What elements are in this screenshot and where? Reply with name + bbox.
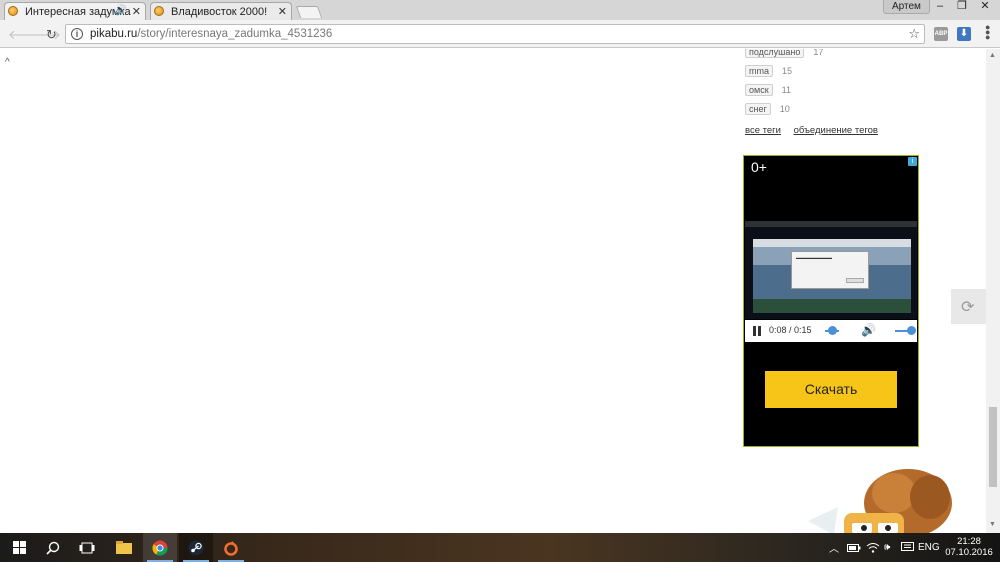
tag-row: снег 10 <box>745 99 823 118</box>
tab-vladivostok[interactable]: Владивосток 2000! ✕ <box>150 2 292 20</box>
collapse-caret-icon[interactable]: ^ <box>5 57 10 68</box>
windows-taskbar: ︿ 🕪 ENG 21:28 07.10.2016 <box>0 533 1000 562</box>
ad-info-icon[interactable]: i <box>908 157 917 166</box>
age-rating-label: 0+ <box>751 159 767 175</box>
clock-date: 07.10.2016 <box>945 547 993 558</box>
volume-knob[interactable] <box>907 326 916 335</box>
download-button[interactable]: Скачать <box>765 371 897 408</box>
taskbar-clock[interactable]: 21:28 07.10.2016 <box>942 536 996 558</box>
video-controls: 0:08 / 0:15 🔊 <box>745 320 917 342</box>
tab-close-icon[interactable]: ✕ <box>132 5 141 18</box>
tab-title: Владивосток 2000! <box>171 5 268 18</box>
tag-count: 10 <box>779 103 790 114</box>
video-time: 0:08 / 0:15 <box>769 325 812 335</box>
adblock-extension-icon[interactable]: ABP <box>934 27 948 41</box>
profile-button[interactable]: Артем <box>883 0 930 14</box>
tag-links: все теги объединение тегов <box>745 125 888 136</box>
tag-list: подслушано 17 mma 15 омск 11 снег 10 <box>745 49 823 118</box>
search-icon[interactable] <box>36 533 70 562</box>
wifi-icon[interactable] <box>866 533 880 562</box>
refresh-icon: ⟳ <box>961 299 975 316</box>
download-extension-icon[interactable]: ⬇ <box>957 27 971 41</box>
page-info-icon[interactable]: i <box>71 28 83 40</box>
all-tags-link[interactable]: все теги <box>745 125 781 136</box>
refresh-side-button[interactable]: ⟳ <box>951 289 986 324</box>
bookmark-star-icon[interactable]: ☆ <box>908 26 920 42</box>
tab-interesting-idea[interactable]: Интересная задумка 🔊 ✕ <box>4 2 146 20</box>
pause-icon[interactable] <box>753 326 756 336</box>
battery-icon[interactable] <box>847 533 861 562</box>
pikabu-favicon-icon <box>8 6 18 16</box>
scroll-up-icon[interactable]: ▲ <box>989 52 996 59</box>
seek-knob[interactable] <box>828 326 838 335</box>
restore-button[interactable]: ❐ <box>951 0 973 14</box>
steam-icon[interactable] <box>179 533 213 562</box>
chrome-menu-icon[interactable]: ● ● ● <box>985 23 990 42</box>
language-indicator[interactable]: ENG <box>918 533 940 562</box>
dialog-text-lines: ▬▬▬▬▬▬▬▬▬ <box>796 255 832 260</box>
video-ad-banner[interactable]: 0+ i ▬▬▬▬▬▬▬▬▬ 0:08 / 0:15 🔊 Скачать <box>743 155 919 447</box>
clock-time: 21:28 <box>957 536 981 547</box>
tag-count: 11 <box>781 84 791 95</box>
close-window-button[interactable]: ✕ <box>974 0 996 14</box>
video-frame-bar <box>745 221 917 227</box>
mascot-image <box>808 469 952 533</box>
volume-icon[interactable]: 🔊 <box>861 323 876 337</box>
address-bar[interactable]: i pikabu.ru/story/interesnaya_zadumka_45… <box>65 24 925 44</box>
scroll-thumb[interactable] <box>989 407 997 487</box>
minimize-button[interactable]: – <box>929 0 951 14</box>
task-view-icon[interactable] <box>70 533 104 562</box>
dialog-button-shape <box>846 278 864 283</box>
tag-row: омск 11 <box>745 80 823 99</box>
windows-start-icon[interactable] <box>2 533 36 562</box>
scroll-down-icon[interactable]: ▼ <box>989 521 996 528</box>
tag-count: 17 <box>813 49 824 57</box>
pikabu-favicon-icon <box>154 6 164 16</box>
chrome-icon[interactable] <box>143 533 177 562</box>
tag-count: 15 <box>782 65 793 76</box>
page-scrollbar[interactable]: ▲ ▼ <box>986 49 1000 533</box>
tag-chip[interactable]: омск <box>745 83 773 96</box>
video-dialog-image: ▬▬▬▬▬▬▬▬▬ <box>791 251 869 289</box>
file-explorer-icon[interactable] <box>107 533 141 562</box>
tag-chip[interactable]: подслушано <box>745 49 805 58</box>
show-hidden-icons-icon[interactable]: ︿ <box>829 533 839 562</box>
volume-tray-icon[interactable]: 🕪 <box>884 533 890 562</box>
browser-toolbar: 🡐 🡒 ↻ i pikabu.ru/story/interesnaya_zadu… <box>0 20 1000 48</box>
url-text[interactable]: pikabu.ru/story/interesnaya_zadumka_4531… <box>90 28 332 40</box>
combine-tags-link[interactable]: объединение тегов <box>794 125 878 136</box>
speaker-icon[interactable]: 🔊 <box>115 5 127 16</box>
tag-chip[interactable]: снег <box>745 102 771 115</box>
new-tab-button[interactable] <box>295 6 323 18</box>
page-content: ^ подслушано 17 mma 15 омск 11 снег 10 в… <box>0 49 986 533</box>
origin-icon[interactable] <box>214 533 248 562</box>
tab-close-icon[interactable]: ✕ <box>278 5 287 18</box>
reload-icon[interactable]: ↻ <box>46 27 57 43</box>
action-center-icon[interactable] <box>901 533 914 562</box>
tab-strip: Интересная задумка 🔊 ✕ Владивосток 2000!… <box>0 0 1000 20</box>
tag-chip[interactable]: mma <box>745 64 773 77</box>
tag-row: подслушано 17 <box>745 49 823 61</box>
tag-row: mma 15 <box>745 61 823 80</box>
ad-video[interactable]: ▬▬▬▬▬▬▬▬▬ <box>745 221 917 319</box>
